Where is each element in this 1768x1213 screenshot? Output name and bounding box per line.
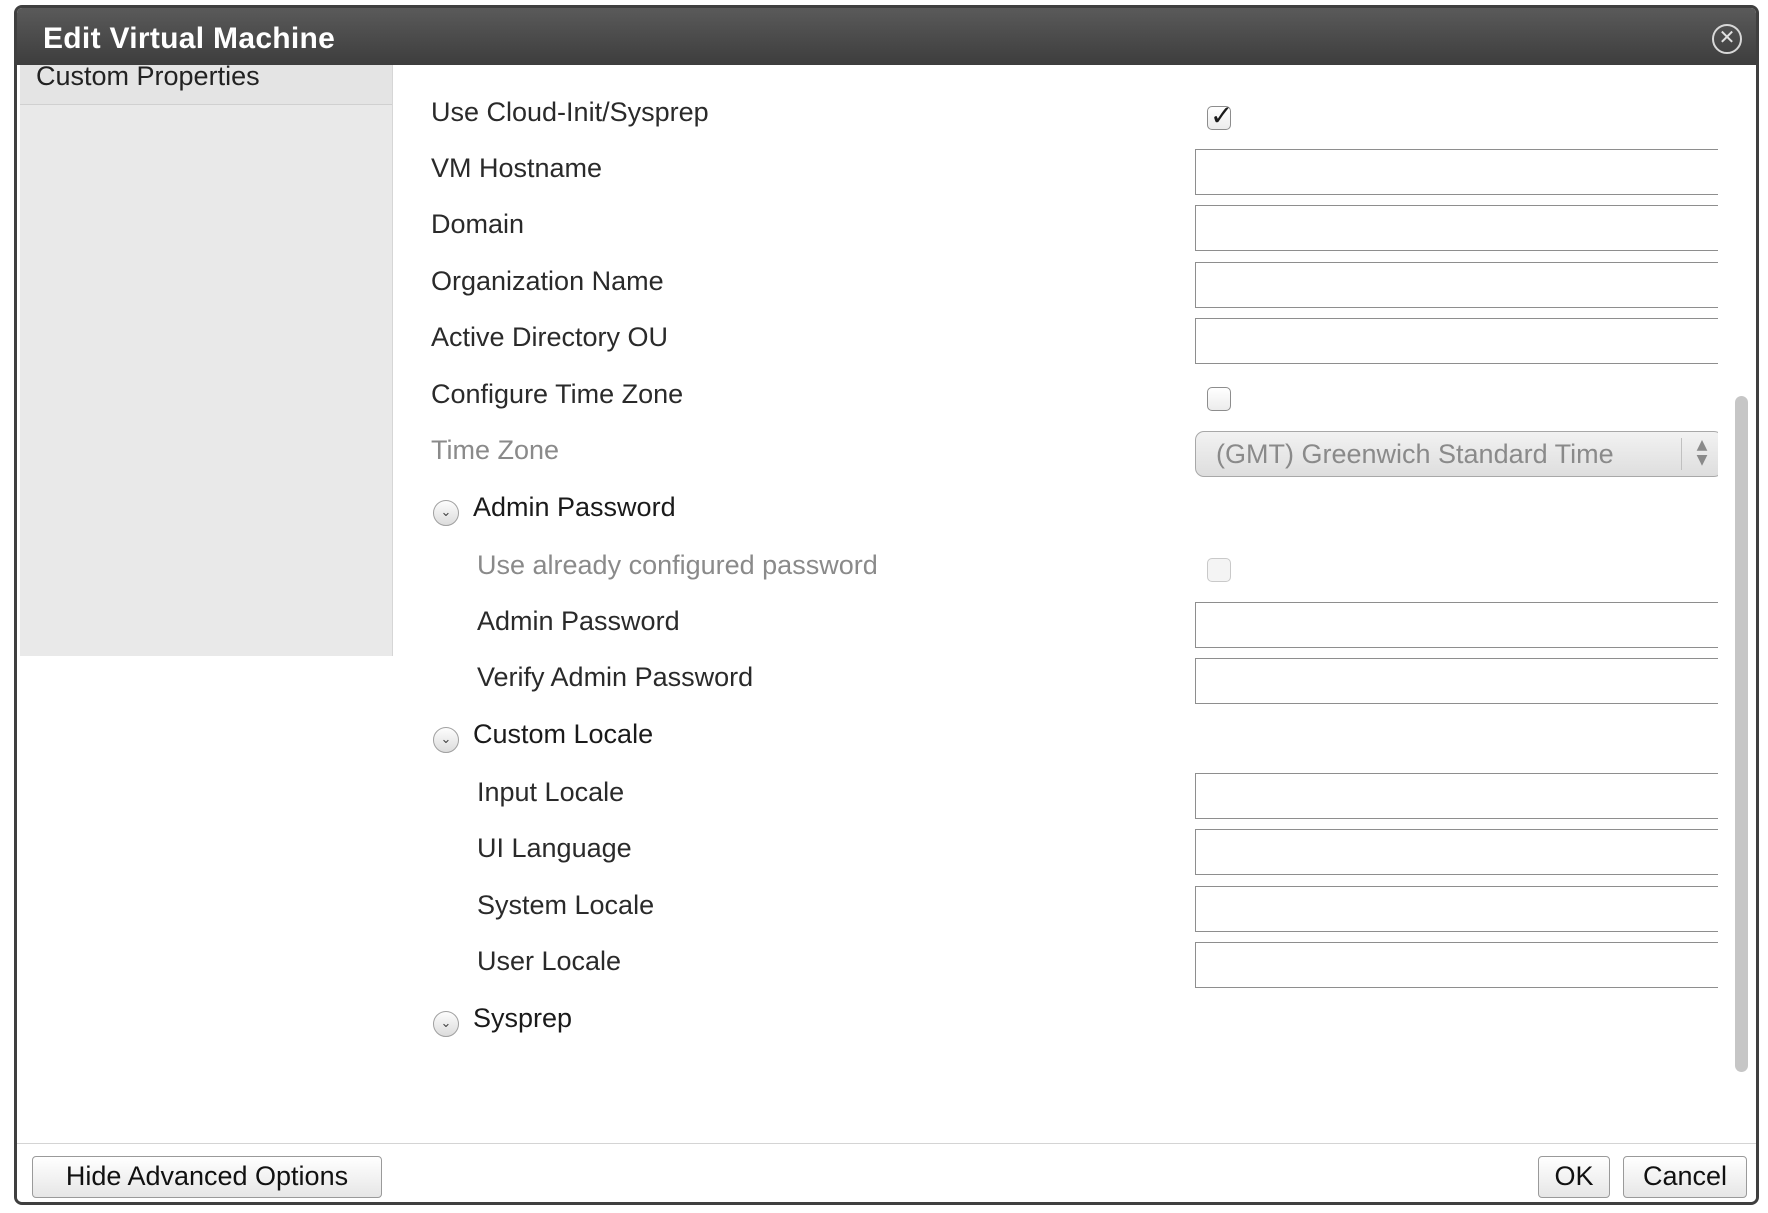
use-cloud-init-row: Use Cloud-Init/Sysprep ✓ — [393, 93, 1718, 143]
dialog-titlebar: Edit Virtual Machine ✕ — [17, 8, 1756, 65]
sysprep-section-label[interactable]: Sysprep — [473, 1003, 572, 1034]
use-configured-password-label: Use already configured password — [477, 550, 878, 580]
vertical-scrollbar[interactable] — [1733, 70, 1749, 1146]
configure-time-zone-label: Configure Time Zone — [431, 379, 684, 409]
custom-locale-section-header: ⌄ Custom Locale — [393, 715, 1718, 765]
chevron-down-icon[interactable]: ⌄ — [433, 1011, 459, 1037]
scrollbar-thumb[interactable] — [1735, 396, 1748, 1072]
organization-name-label: Organization Name — [431, 266, 664, 296]
time-zone-select[interactable]: (GMT) Greenwich Standard Time ▲ ▼ — [1195, 431, 1718, 477]
user-locale-label: User Locale — [477, 946, 622, 976]
use-configured-password-checkbox[interactable] — [1207, 558, 1231, 582]
initial-run-panel: Use Cloud-Init/Sysprep ✓ VM Hostname Dom… — [393, 65, 1718, 1143]
sidebar: Custom Properties — [20, 65, 393, 656]
time-zone-label: Time Zone — [431, 435, 560, 465]
verify-admin-password-row: Verify Admin Password — [393, 658, 1718, 708]
dialog-title: Edit Virtual Machine — [43, 22, 336, 55]
up-down-arrows-icon: ▲ ▼ — [1681, 438, 1718, 470]
system-locale-row: System Locale — [393, 886, 1718, 936]
admin-password-label: Admin Password — [477, 606, 680, 636]
system-locale-input[interactable] — [1195, 886, 1718, 932]
use-cloud-init-label: Use Cloud-Init/Sysprep — [431, 97, 709, 127]
admin-password-input[interactable] — [1195, 602, 1718, 648]
input-locale-input[interactable] — [1195, 773, 1718, 819]
custom-locale-section-label[interactable]: Custom Locale — [473, 719, 653, 750]
ui-language-input[interactable] — [1195, 829, 1718, 875]
domain-label: Domain — [431, 209, 525, 239]
configure-time-zone-row: Configure Time Zone — [393, 375, 1718, 425]
sidebar-item-custom-properties[interactable]: Custom Properties — [20, 65, 392, 105]
configure-time-zone-checkbox[interactable] — [1207, 387, 1231, 411]
system-locale-label: System Locale — [477, 890, 655, 920]
time-zone-row: Time Zone (GMT) Greenwich Standard Time … — [393, 431, 1718, 481]
dialog-footer: Hide Advanced Options OK Cancel — [17, 1143, 1756, 1202]
checkmark-icon: ✓ — [1210, 99, 1234, 132]
ad-ou-row: Active Directory OU — [393, 318, 1718, 368]
time-zone-value: (GMT) Greenwich Standard Time — [1216, 439, 1614, 469]
vm-hostname-input[interactable] — [1195, 149, 1718, 195]
domain-input[interactable] — [1195, 205, 1718, 251]
chevron-down-icon[interactable]: ⌄ — [433, 500, 459, 526]
user-locale-input[interactable] — [1195, 942, 1718, 988]
close-icon[interactable]: ✕ — [1712, 24, 1742, 54]
edit-vm-dialog: Edit Virtual Machine ✕ Custom Properties… — [14, 5, 1759, 1205]
vm-hostname-row: VM Hostname — [393, 149, 1718, 199]
ad-ou-input[interactable] — [1195, 318, 1718, 364]
vm-hostname-label: VM Hostname — [431, 153, 603, 183]
sysprep-section-header: ⌄ Sysprep — [393, 999, 1718, 1049]
admin-password-section-header: ⌄ Admin Password — [393, 488, 1718, 538]
use-configured-password-row: Use already configured password — [393, 546, 1718, 596]
domain-row: Domain — [393, 205, 1718, 255]
organization-name-input[interactable] — [1195, 262, 1718, 308]
sidebar-item-label: Custom Properties — [36, 65, 260, 91]
ad-ou-label: Active Directory OU — [431, 322, 669, 352]
ui-language-label: UI Language — [477, 833, 632, 863]
admin-password-section-label[interactable]: Admin Password — [473, 492, 676, 523]
input-locale-label: Input Locale — [477, 777, 625, 807]
verify-admin-password-label: Verify Admin Password — [477, 662, 754, 692]
input-locale-row: Input Locale — [393, 773, 1718, 823]
cancel-button[interactable]: Cancel — [1623, 1156, 1747, 1198]
user-locale-row: User Locale — [393, 942, 1718, 992]
hide-advanced-options-button[interactable]: Hide Advanced Options — [32, 1156, 382, 1198]
ui-language-row: UI Language — [393, 829, 1718, 879]
chevron-down-icon[interactable]: ⌄ — [433, 727, 459, 753]
organization-name-row: Organization Name — [393, 262, 1718, 312]
ok-button[interactable]: OK — [1538, 1156, 1610, 1198]
admin-password-row: Admin Password — [393, 602, 1718, 652]
use-cloud-init-checkbox[interactable]: ✓ — [1207, 99, 1233, 132]
verify-admin-password-input[interactable] — [1195, 658, 1718, 704]
